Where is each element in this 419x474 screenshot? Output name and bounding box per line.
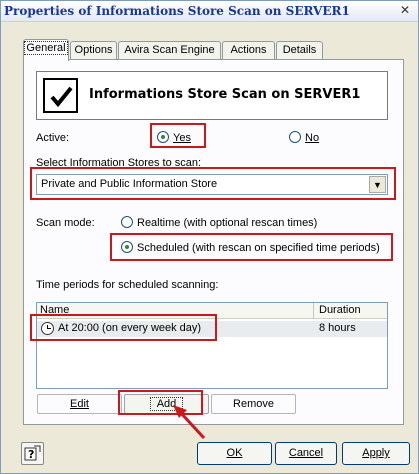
active-no-radio[interactable]: No bbox=[289, 131, 319, 144]
title-bar[interactable]: Properties of Informations Store Scan on… bbox=[1, 1, 418, 22]
active-label: Active: bbox=[36, 132, 70, 144]
tab-avira-scan-engine[interactable]: Avira Scan Engine bbox=[118, 41, 221, 60]
scan-mode-realtime-label: Realtime (with optional rescan times) bbox=[137, 217, 318, 229]
ok-button[interactable]: OK bbox=[197, 442, 272, 465]
properties-dialog: Properties of Informations Store Scan on… bbox=[0, 0, 419, 474]
tab-actions-label: Actions bbox=[230, 44, 267, 56]
column-duration[interactable]: Duration bbox=[319, 304, 361, 316]
highlight-stores-select bbox=[30, 167, 396, 200]
remove-button-label: Remove bbox=[233, 398, 274, 410]
enabled-checkbox[interactable] bbox=[43, 78, 78, 113]
tab-options-label: Options bbox=[74, 44, 113, 56]
arrow-pointer-icon bbox=[173, 405, 206, 440]
highlight-scheduled bbox=[110, 233, 393, 261]
general-panel: Informations Store Scan on SERVER1 Activ… bbox=[23, 59, 404, 440]
radio-unchecked-icon bbox=[289, 131, 301, 143]
tab-avira-scan-engine-label: Avira Scan Engine bbox=[124, 44, 215, 56]
edit-button[interactable]: Edit bbox=[37, 394, 122, 414]
column-divider[interactable] bbox=[313, 303, 314, 319]
highlight-active-yes bbox=[150, 123, 206, 148]
highlight-time-row bbox=[30, 314, 217, 341]
apply-button[interactable]: Apply bbox=[342, 442, 410, 465]
apply-button-label: Apply bbox=[362, 447, 390, 459]
svg-text:?: ? bbox=[28, 448, 34, 461]
checkmark-icon bbox=[50, 86, 73, 108]
help-button[interactable]: ? bbox=[21, 442, 44, 465]
ok-button-label: OK bbox=[226, 447, 243, 459]
help-icon: ? bbox=[24, 445, 41, 461]
window-title: Properties of Informations Store Scan on… bbox=[4, 4, 350, 18]
tab-general-label: General bbox=[24, 41, 68, 55]
tab-general[interactable]: General bbox=[23, 39, 69, 61]
scan-mode-label: Scan mode: bbox=[36, 217, 95, 229]
edit-button-label: Edit bbox=[70, 398, 89, 410]
tab-actions[interactable]: Actions bbox=[222, 41, 275, 60]
tab-details-label: Details bbox=[282, 44, 317, 56]
cancel-button-label: Cancel bbox=[288, 447, 324, 459]
cancel-button[interactable]: Cancel bbox=[275, 442, 337, 465]
active-no-label: No bbox=[305, 132, 320, 144]
tab-options[interactable]: Options bbox=[70, 41, 117, 60]
remove-button[interactable]: Remove bbox=[211, 394, 296, 414]
scan-mode-realtime-radio[interactable]: Realtime (with optional rescan times) bbox=[121, 216, 317, 229]
time-periods-label: Time periods for scheduled scanning: bbox=[36, 279, 219, 291]
scan-header: Informations Store Scan on SERVER1 bbox=[36, 71, 388, 120]
scan-title: Informations Store Scan on SERVER1 bbox=[89, 87, 361, 102]
close-button[interactable]: ✕ bbox=[396, 3, 414, 19]
radio-unchecked-icon bbox=[121, 216, 133, 228]
tab-details[interactable]: Details bbox=[276, 41, 323, 60]
row-duration: 8 hours bbox=[319, 322, 356, 334]
